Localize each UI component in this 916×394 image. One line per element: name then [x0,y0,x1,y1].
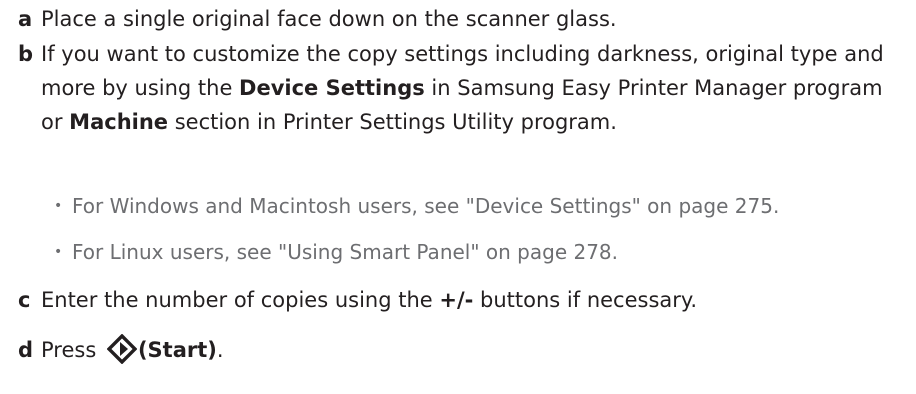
step-a-letter: a [18,7,33,31]
start-term: (Start) [137,338,217,362]
bullet-text: For Linux users, see "Using Smart Panel"… [72,240,619,264]
step-b-text: If you want to customize the copy settin… [41,37,898,139]
instruction-page: a Place a single original face down on t… [0,0,916,394]
start-button-icon [106,333,138,374]
step-c-text-1: Enter the number of copies using the [41,288,440,312]
bullet-item-linux: • For Linux users, see "Using Smart Pane… [54,237,914,267]
step-d: d Press (Start). [18,333,898,374]
step-d-text-2: . [216,338,224,362]
step-a: a Place a single original face down on t… [18,2,898,36]
step-c-text: Enter the number of copies using the +/-… [41,283,898,317]
step-d-letter: d [18,338,34,362]
bullet-item-windows-mac: • For Windows and Macintosh users, see "… [54,191,914,221]
step-c-text-2: buttons if necessary. [473,288,698,312]
step-c: c Enter the number of copies using the +… [18,283,898,317]
step-a-text: Place a single original face down on the… [41,7,617,31]
step-c-letter: c [18,288,31,312]
bullet-dot: • [54,244,63,260]
bullet-dot: • [54,198,63,214]
step-b: b If you want to customize the copy sett… [18,37,898,139]
step-d-text: Press (Start). [41,333,898,374]
plus-minus-term: +/- [439,288,474,312]
machine-term: Machine [69,110,169,134]
step-d-text-1: Press [41,338,103,362]
step-b-text-3: section in Printer Settings Utility prog… [168,110,617,134]
bullet-text: For Windows and Macintosh users, see "De… [72,194,780,218]
device-settings-term: Device Settings [239,76,425,100]
step-b-letter: b [18,42,34,66]
